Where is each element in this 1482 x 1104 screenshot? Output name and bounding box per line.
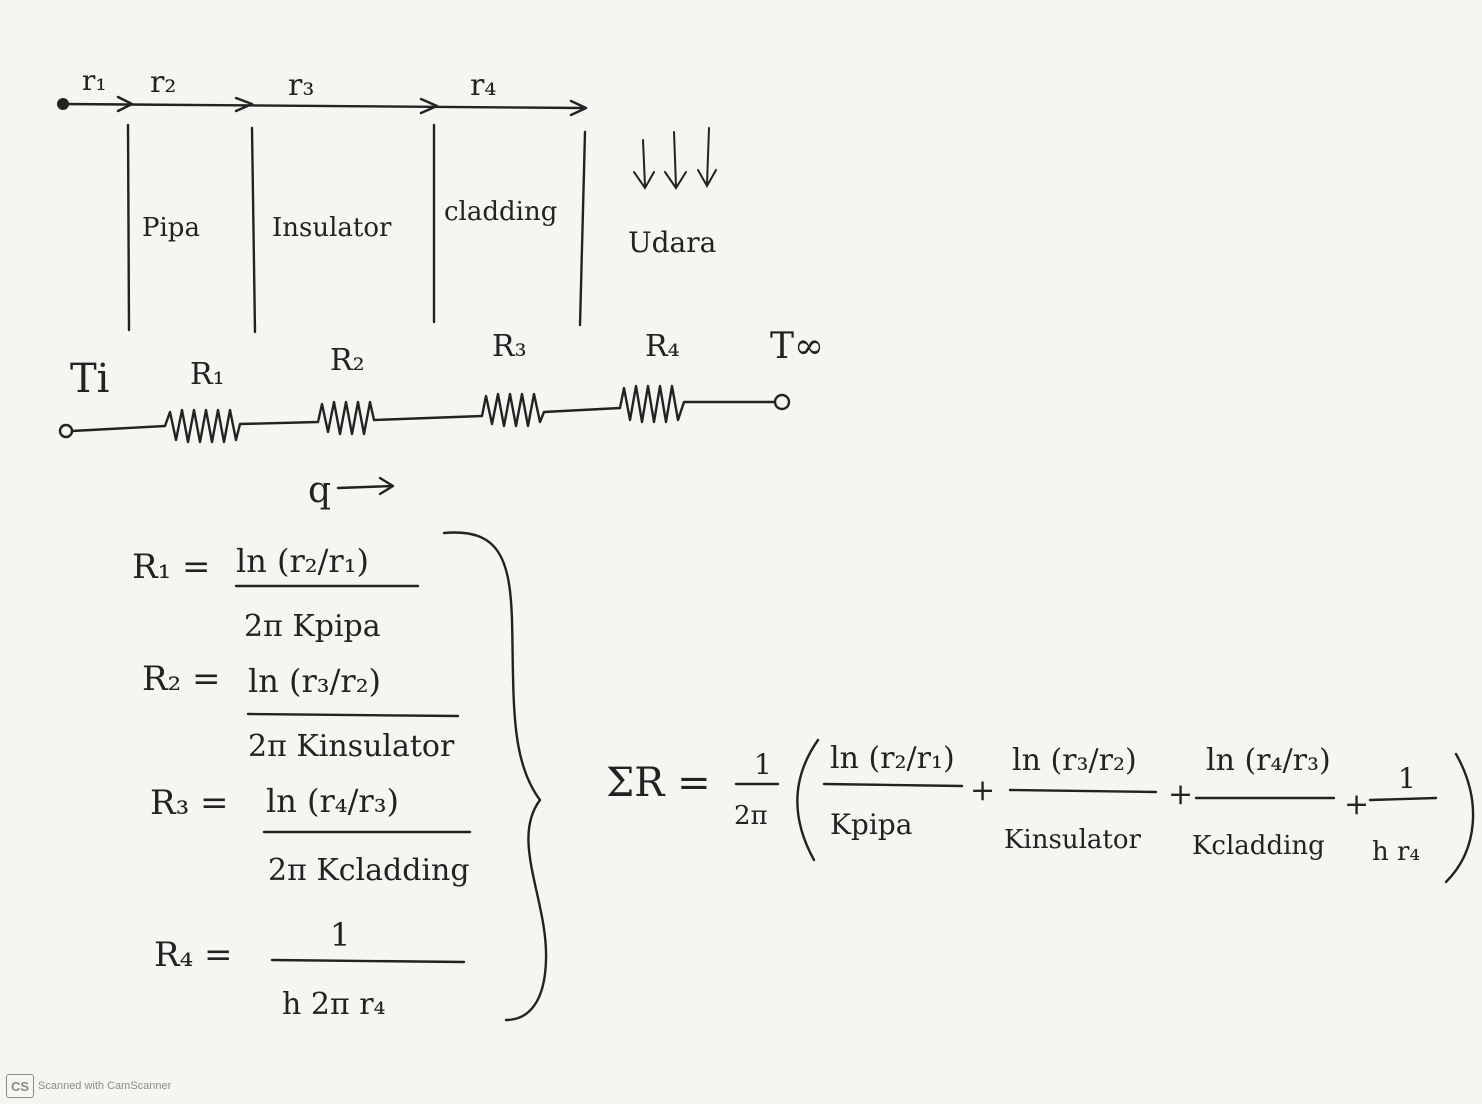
resistor-label-r1: R₁ [190, 357, 225, 392]
sum-term4-num: 1 [1398, 762, 1416, 795]
sum-term3-den: Kcladding [1192, 831, 1325, 861]
sum-term1-bar [822, 782, 964, 788]
circuit-wire [70, 384, 777, 444]
heat-flow-arrow-icon [336, 476, 395, 496]
sum-prefix-num: 1 [754, 748, 772, 781]
eq-r3-numerator: ln (r₄/r₃) [266, 782, 399, 820]
scanned-sheet: r₁ r₂ r₃ r₄ Pipa Insulator cladding Udar… [0, 0, 1482, 1104]
resistor-label-r2: R₂ [330, 343, 365, 378]
eq-r4-fraction-bar [270, 958, 466, 964]
camscanner-logo-icon: CS [6, 1074, 34, 1098]
sum-term1-den: Kpipa [830, 808, 912, 841]
radius-line [61, 102, 587, 110]
eq-r1-numerator: ln (r₂/r₁) [236, 542, 369, 580]
plus-1: + [970, 773, 995, 808]
eq-r2-numerator: ln (r₃/r₂) [248, 662, 381, 700]
resistor-label-r4: R₄ [645, 329, 680, 364]
sum-term3-num: ln (r₄/r₃) [1206, 743, 1331, 778]
eq-r3-lhs: R₃ = [150, 783, 229, 823]
scanner-watermark: CS Scanned with CamScanner [6, 1073, 171, 1099]
sum-prefix-den: 2π [734, 801, 768, 831]
plus-2: + [1168, 777, 1193, 812]
boundary-r4 [578, 130, 587, 327]
eq-r1-denominator: 2π Kpipa [244, 609, 381, 644]
temp-outer-label: T∞ [770, 326, 824, 367]
sum-term2-bar [1008, 788, 1158, 794]
layer-pipe-label: Pipa [142, 213, 200, 243]
grouping-brace [442, 531, 548, 1022]
handwritten-diagram: r₁ r₂ r₃ r₄ Pipa Insulator cladding Udar… [57, 64, 1475, 1022]
layer-boundaries: Pipa Insulator cladding Udara [126, 123, 717, 334]
thermal-circuit: Ti T∞ R₁ R₂ R₃ R₄ q [58, 326, 824, 511]
sum-term1-num: ln (r₂/r₁) [830, 741, 955, 776]
sum-lhs: ΣR = [606, 760, 711, 806]
sum-term2-den: Kinsulator [1004, 825, 1141, 855]
resistance-equations: R₁ = ln (r₂/r₁) 2π Kpipa R₂ = ln (r₃/r₂)… [132, 531, 548, 1022]
node-inner [58, 423, 74, 439]
temp-inner-label: Ti [70, 356, 109, 402]
label-r2: r₂ [150, 65, 176, 100]
eq-r2-denominator: 2π Kinsulator [248, 729, 455, 764]
eq-r4-lhs: R₄ = [154, 935, 233, 975]
sum-term4-bar [1368, 796, 1438, 802]
label-r4: r₄ [470, 68, 496, 103]
eq-r2-fraction-bar [246, 712, 460, 718]
boundary-r1 [126, 123, 131, 332]
heat-flow-label: q [308, 470, 331, 511]
sum-equation: ΣR = 1 2π ln (r₂/r₁) Kpipa + ln (r₃/r₂) … [606, 738, 1475, 884]
watermark-text: Scanned with CamScanner [38, 1080, 172, 1092]
layer-insulator-label: Insulator [272, 213, 392, 243]
layer-air-label: Udara [628, 226, 716, 259]
sum-term2-num: ln (r₃/r₂) [1012, 743, 1137, 778]
label-r3: r₃ [288, 68, 314, 103]
resistor-label-r3: R₃ [492, 329, 527, 364]
convection-arrows-icon [633, 127, 717, 190]
label-r1: r₁ [82, 64, 107, 97]
right-paren [1444, 752, 1475, 884]
node-outer [773, 393, 791, 411]
eq-r1-lhs: R₁ = [132, 547, 211, 587]
boundary-r2 [250, 126, 257, 334]
plus-3: + [1344, 787, 1369, 822]
eq-r2-lhs: R₂ = [142, 659, 221, 699]
eq-r4-denominator: h 2π r₄ [282, 987, 386, 1022]
eq-r3-denominator: 2π Kcladding [268, 853, 470, 888]
left-paren [796, 738, 820, 862]
sum-term4-den: h r₄ [1372, 837, 1420, 867]
radius-axis: r₁ r₂ r₃ r₄ [57, 64, 588, 117]
layer-cladding-label: cladding [444, 197, 557, 227]
eq-r4-numerator: 1 [330, 916, 350, 954]
